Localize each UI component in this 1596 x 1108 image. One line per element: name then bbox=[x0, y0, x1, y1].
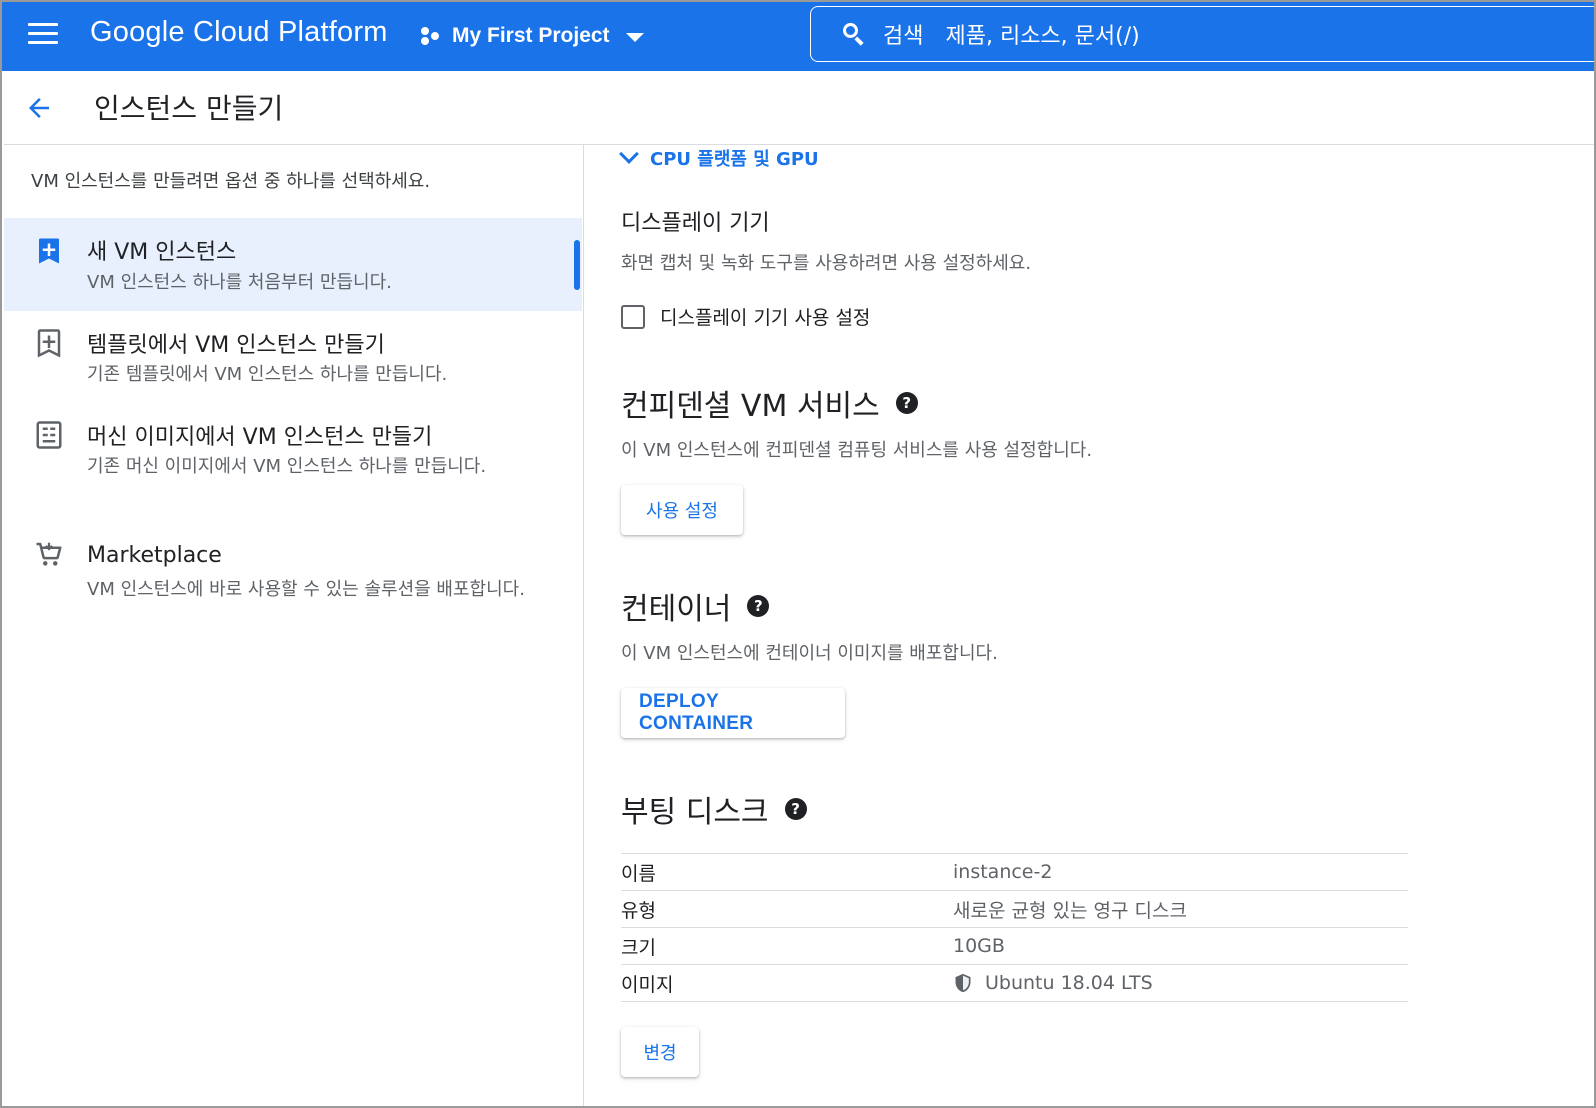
change-boot-disk-button[interactable]: 변경 bbox=[621, 1027, 699, 1077]
table-row: 크기 10GB bbox=[621, 928, 1408, 965]
cpu-gpu-accordion[interactable]: CPU 플랫폼 및 GPU bbox=[618, 144, 819, 171]
option-title: 머신 이미지에서 VM 인스턴스 만들기 bbox=[87, 425, 433, 450]
boot-disk-heading: 부팅 디스크 ? bbox=[621, 787, 807, 831]
chevron-down-icon bbox=[625, 33, 644, 42]
search-icon bbox=[841, 21, 871, 47]
search-placeholder: 제품, 리소스, 문서(/) bbox=[945, 24, 1140, 49]
container-heading: 컨테이너 ? bbox=[621, 584, 770, 628]
menu-icon[interactable] bbox=[28, 23, 58, 45]
help-icon[interactable]: ? bbox=[747, 595, 770, 617]
machine-image-icon bbox=[36, 421, 62, 449]
template-add-icon bbox=[37, 329, 61, 358]
chevron-down-icon bbox=[619, 144, 639, 164]
option-desc: 기존 템플릿에서 VM 인스턴스 하나를 만듭니다. bbox=[87, 364, 448, 385]
cart-icon bbox=[36, 542, 62, 566]
option-title: Marketplace bbox=[87, 543, 222, 568]
container-title: 컨테이너 bbox=[621, 592, 732, 627]
row-value-image: Ubuntu 18.04 LTS bbox=[953, 972, 1153, 994]
option-desc: 기존 머신 이미지에서 VM 인스턴스 하나를 만듭니다. bbox=[87, 456, 487, 477]
option-title: 템플릿에서 VM 인스턴스 만들기 bbox=[87, 333, 385, 358]
row-key: 이미지 bbox=[621, 973, 674, 996]
image-name: Ubuntu 18.04 LTS bbox=[985, 972, 1153, 994]
table-row: 유형 새로운 균형 있는 영구 디스크 bbox=[621, 891, 1408, 928]
accordion-label: CPU 플랫폼 및 GPU bbox=[650, 149, 819, 170]
project-icon bbox=[420, 25, 442, 47]
creation-options-panel: VM 인스턴스를 만들려면 옵션 중 하나를 선택하세요. 새 VM 인스턴스 … bbox=[4, 145, 584, 1106]
shield-icon bbox=[955, 973, 971, 993]
table-row: 이미지 Ubuntu 18.04 LTS bbox=[621, 965, 1408, 1002]
row-key: 이름 bbox=[621, 862, 656, 885]
deploy-container-button[interactable]: DEPLOY CONTAINER bbox=[621, 688, 845, 738]
display-device-checkbox[interactable] bbox=[621, 305, 645, 329]
row-value: instance-2 bbox=[953, 861, 1053, 883]
back-arrow-icon[interactable] bbox=[24, 93, 54, 123]
container-desc: 이 VM 인스턴스에 컨테이너 이미지를 배포합니다. bbox=[621, 643, 998, 664]
brand-title[interactable]: Google Cloud Platform bbox=[90, 16, 388, 49]
option-desc: VM 인스턴스에 바로 사용할 수 있는 솔루션을 배포합니다. bbox=[87, 579, 525, 600]
help-icon[interactable]: ? bbox=[895, 392, 918, 414]
top-app-bar: Google Cloud Platform My First Project 검… bbox=[2, 2, 1594, 71]
confidential-vm-heading: 컨피덴셜 VM 서비스 ? bbox=[621, 381, 918, 425]
row-key: 유형 bbox=[621, 899, 656, 922]
display-device-desc: 화면 캡처 및 녹화 도구를 사용하려면 사용 설정하세요. bbox=[621, 253, 1032, 274]
boot-disk-table: 이름 instance-2 유형 새로운 균형 있는 영구 디스크 크기 10G… bbox=[621, 853, 1408, 1002]
selected-indicator bbox=[574, 240, 580, 290]
row-value: 새로운 균형 있는 영구 디스크 bbox=[953, 899, 1187, 922]
boot-disk-title: 부팅 디스크 bbox=[621, 795, 769, 830]
options-intro: VM 인스턴스를 만들려면 옵션 중 하나를 선택하세요. bbox=[31, 171, 431, 192]
project-name: My First Project bbox=[452, 24, 610, 47]
search-input[interactable]: 검색 제품, 리소스, 문서(/) bbox=[810, 6, 1594, 62]
instance-config-form: CPU 플랫폼 및 GPU 디스플레이 기기 화면 캡처 및 녹화 도구를 사용… bbox=[585, 144, 1594, 1106]
option-title: 새 VM 인스턴스 bbox=[87, 240, 237, 265]
add-box-icon bbox=[39, 238, 59, 264]
display-device-checkbox-label[interactable]: 디스플레이 기기 사용 설정 bbox=[660, 303, 870, 330]
table-row: 이름 instance-2 bbox=[621, 854, 1408, 891]
option-new-vm[interactable]: 새 VM 인스턴스 VM 인스턴스 하나를 처음부터 만듭니다. bbox=[4, 218, 582, 311]
confidential-vm-desc: 이 VM 인스턴스에 컨피덴셜 컴퓨팅 서비스를 사용 설정합니다. bbox=[621, 440, 1093, 461]
confidential-vm-title: 컨피덴셜 VM 서비스 bbox=[621, 389, 880, 424]
page-title: 인스턴스 만들기 bbox=[94, 92, 284, 125]
page-header: 인스턴스 만들기 bbox=[4, 71, 1594, 145]
row-key: 크기 bbox=[621, 936, 656, 959]
option-desc: VM 인스턴스 하나를 처음부터 만듭니다. bbox=[87, 272, 392, 293]
option-marketplace[interactable]: Marketplace VM 인스턴스에 바로 사용할 수 있는 솔루션을 배포… bbox=[4, 529, 582, 639]
window: Google Cloud Platform My First Project 검… bbox=[0, 0, 1596, 1108]
option-from-template[interactable]: 템플릿에서 VM 인스턴스 만들기 기존 템플릿에서 VM 인스턴스 하나를 만… bbox=[4, 311, 582, 403]
row-value: 10GB bbox=[953, 935, 1005, 957]
option-from-machine-image[interactable]: 머신 이미지에서 VM 인스턴스 만들기 기존 머신 이미지에서 VM 인스턴스… bbox=[4, 403, 582, 521]
project-selector[interactable]: My First Project bbox=[420, 20, 644, 52]
search-label: 검색 bbox=[883, 24, 924, 49]
display-device-heading: 디스플레이 기기 bbox=[621, 211, 770, 236]
enable-confidential-button[interactable]: 사용 설정 bbox=[621, 485, 743, 535]
help-icon[interactable]: ? bbox=[784, 798, 807, 820]
